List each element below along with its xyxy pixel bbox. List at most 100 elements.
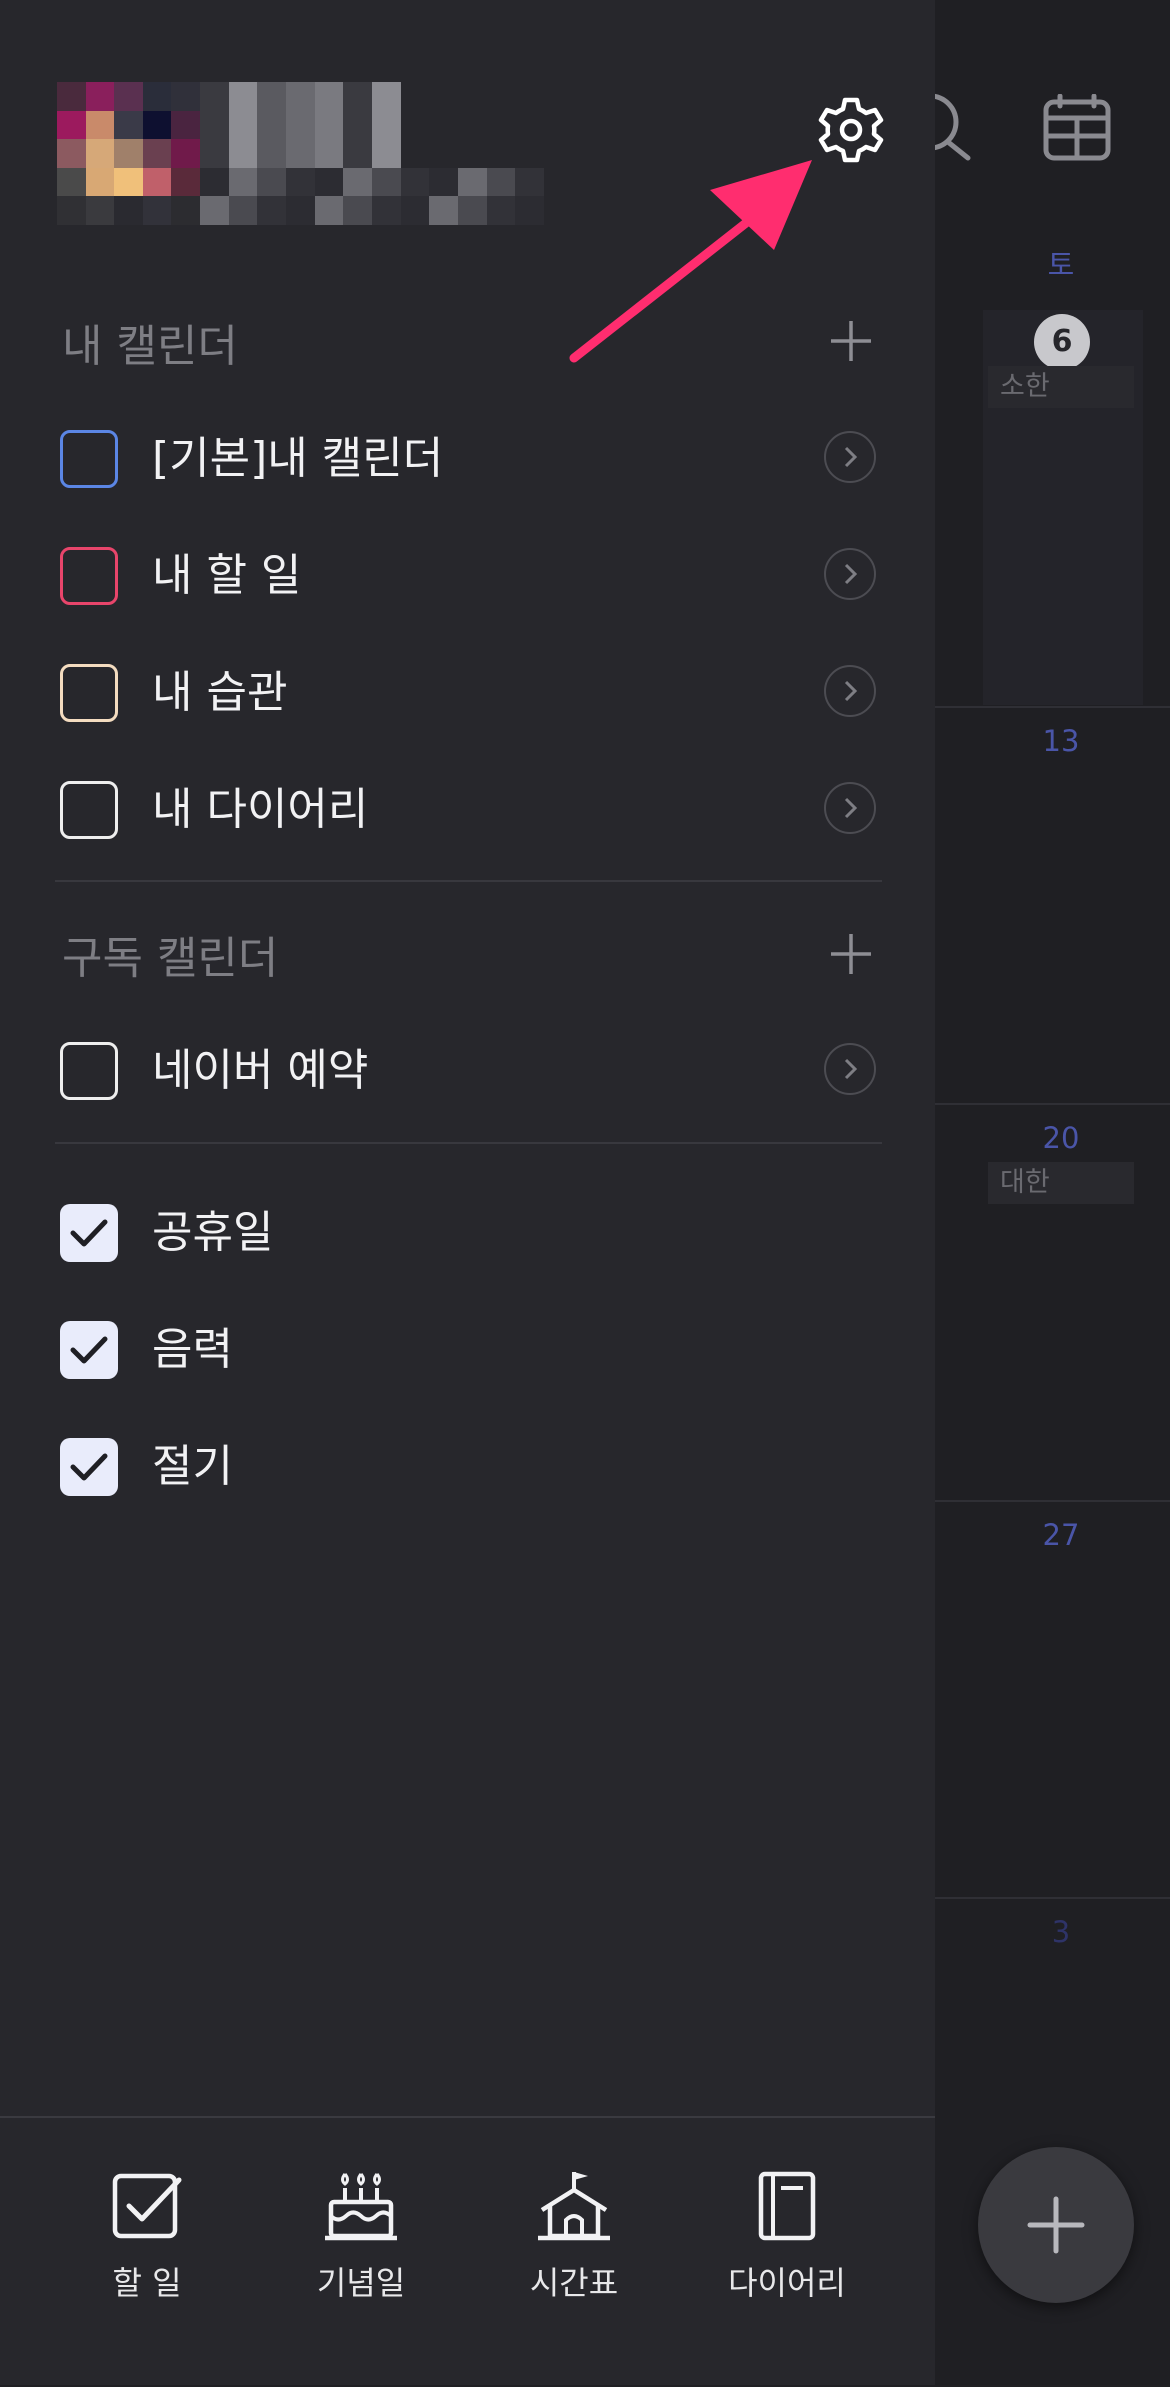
avatar-pixel bbox=[171, 196, 200, 225]
calendar-detail-button[interactable] bbox=[824, 782, 876, 834]
date-label[interactable]: 27 bbox=[986, 1518, 1136, 1552]
section-title-subscribed: 구독 캘린더 bbox=[62, 933, 279, 984]
calendar-label: 절기 bbox=[152, 1441, 233, 1492]
name-pixel bbox=[457, 82, 487, 111]
calendar-detail-button[interactable] bbox=[824, 431, 876, 483]
annotation-arrow bbox=[569, 160, 812, 363]
school-icon bbox=[538, 2172, 610, 2241]
calendar-detail-button[interactable] bbox=[824, 1043, 876, 1095]
name-pixel bbox=[400, 167, 430, 197]
calendar-checkbox[interactable] bbox=[60, 547, 118, 605]
avatar-pixel bbox=[142, 82, 172, 111]
name-pixel bbox=[457, 139, 487, 168]
name-pixel bbox=[228, 139, 258, 168]
section-divider bbox=[55, 880, 882, 882]
name-pixel bbox=[429, 196, 458, 225]
date-label[interactable]: 20 bbox=[986, 1121, 1136, 1155]
avatar-pixel bbox=[85, 82, 115, 111]
name-pixel bbox=[285, 196, 315, 225]
name-pixel bbox=[257, 139, 286, 168]
name-pixel bbox=[371, 167, 401, 197]
avatar-pixel bbox=[85, 167, 115, 197]
date-label[interactable]: 13 bbox=[986, 724, 1136, 758]
chevron-right-icon bbox=[844, 680, 858, 702]
name-pixel bbox=[515, 110, 544, 140]
week-divider bbox=[935, 1103, 1170, 1105]
name-pixel bbox=[314, 167, 344, 197]
avatar-pixel bbox=[142, 196, 172, 225]
avatar-pixel bbox=[57, 167, 86, 197]
checkmark-icon bbox=[70, 1336, 108, 1364]
calendar-view-icon[interactable] bbox=[1042, 94, 1112, 162]
tab-timetable[interactable]: 시간표 bbox=[474, 2168, 674, 2304]
name-pixel bbox=[228, 82, 258, 111]
name-pixel bbox=[400, 196, 430, 225]
calendar-item-naver-reservation[interactable]: 네이버 예약 bbox=[57, 1031, 887, 1111]
tab-diary[interactable]: 다이어리 bbox=[687, 2168, 887, 2304]
date-label[interactable]: 3 bbox=[986, 1915, 1136, 1949]
name-pixel bbox=[486, 196, 516, 225]
name-pixel bbox=[486, 167, 516, 197]
cake-icon bbox=[325, 2173, 397, 2241]
avatar-pixel bbox=[114, 110, 143, 140]
calendar-checkbox-checked[interactable] bbox=[60, 1438, 118, 1496]
add-subscription-icon[interactable] bbox=[828, 931, 874, 977]
event-solar-term[interactable]: 대한 bbox=[988, 1162, 1134, 1204]
name-pixel bbox=[200, 167, 229, 197]
calendar-item-todo[interactable]: 내 할 일 bbox=[57, 536, 887, 616]
name-pixel bbox=[314, 139, 344, 168]
calendar-label: 네이버 예약 bbox=[152, 1045, 369, 1096]
calendar-checkbox[interactable] bbox=[60, 664, 118, 722]
calendar-item-lunar[interactable]: 음력 bbox=[57, 1310, 887, 1390]
checkbox-icon bbox=[112, 2173, 182, 2239]
calendar-checkbox-checked[interactable] bbox=[60, 1321, 118, 1379]
calendar-checkbox[interactable] bbox=[60, 781, 118, 839]
calendar-checkbox[interactable] bbox=[60, 1042, 118, 1100]
avatar-pixel bbox=[142, 167, 172, 197]
calendar-item-diary[interactable]: 내 다이어리 bbox=[57, 770, 887, 850]
avatar-pixel bbox=[114, 139, 143, 168]
name-pixel bbox=[371, 82, 401, 111]
name-pixel bbox=[314, 110, 344, 140]
add-event-button[interactable] bbox=[978, 2147, 1134, 2303]
tab-anniversary[interactable]: 기념일 bbox=[261, 2168, 461, 2304]
name-pixel bbox=[343, 196, 372, 225]
calendar-item-holidays[interactable]: 공휴일 bbox=[57, 1193, 887, 1273]
calendar-checkbox-checked[interactable] bbox=[60, 1204, 118, 1262]
name-pixel bbox=[228, 167, 258, 197]
search-icon[interactable] bbox=[930, 92, 980, 162]
name-pixel bbox=[429, 110, 458, 140]
calendar-item-solar-terms[interactable]: 절기 bbox=[57, 1427, 887, 1507]
calendar-label: [기본]내 캘린더 bbox=[152, 433, 444, 484]
name-pixel bbox=[515, 196, 544, 225]
tab-todo[interactable]: 할 일 bbox=[47, 2168, 247, 2304]
name-pixel bbox=[486, 139, 516, 168]
calendar-label: 내 다이어리 bbox=[152, 784, 369, 835]
name-pixel bbox=[400, 110, 430, 140]
tab-label: 시간표 bbox=[529, 2264, 619, 2302]
calendar-detail-button[interactable] bbox=[824, 548, 876, 600]
calendar-item-default[interactable]: [기본]내 캘린더 bbox=[57, 419, 887, 499]
calendar-checkbox[interactable] bbox=[60, 430, 118, 488]
today-badge[interactable]: 6 bbox=[1034, 314, 1090, 370]
avatar-pixel bbox=[57, 196, 86, 225]
calendar-label: 음력 bbox=[152, 1324, 233, 1375]
event-solar-term[interactable]: 소한 bbox=[988, 366, 1134, 408]
tab-label: 다이어리 bbox=[728, 2264, 846, 2302]
account-name-blurred bbox=[200, 82, 544, 225]
add-calendar-icon[interactable] bbox=[828, 318, 874, 364]
calendar-label: 내 할 일 bbox=[152, 550, 302, 601]
week-divider bbox=[935, 706, 1170, 708]
avatar-pixel bbox=[114, 167, 143, 197]
name-pixel bbox=[285, 82, 315, 111]
name-pixel bbox=[343, 139, 372, 168]
calendar-item-habit[interactable]: 내 습관 bbox=[57, 653, 887, 733]
name-pixel bbox=[257, 82, 286, 111]
name-pixel bbox=[314, 82, 344, 111]
checkmark-icon bbox=[70, 1219, 108, 1247]
avatar-pixel bbox=[171, 110, 200, 140]
calendar-detail-button[interactable] bbox=[824, 665, 876, 717]
side-drawer: 내 캘린더 [기본]내 캘린더 내 할 일 내 습관 내 다이어리 구독 캘린더 bbox=[0, 0, 935, 2385]
avatar[interactable] bbox=[57, 82, 200, 225]
name-pixel bbox=[515, 82, 544, 111]
